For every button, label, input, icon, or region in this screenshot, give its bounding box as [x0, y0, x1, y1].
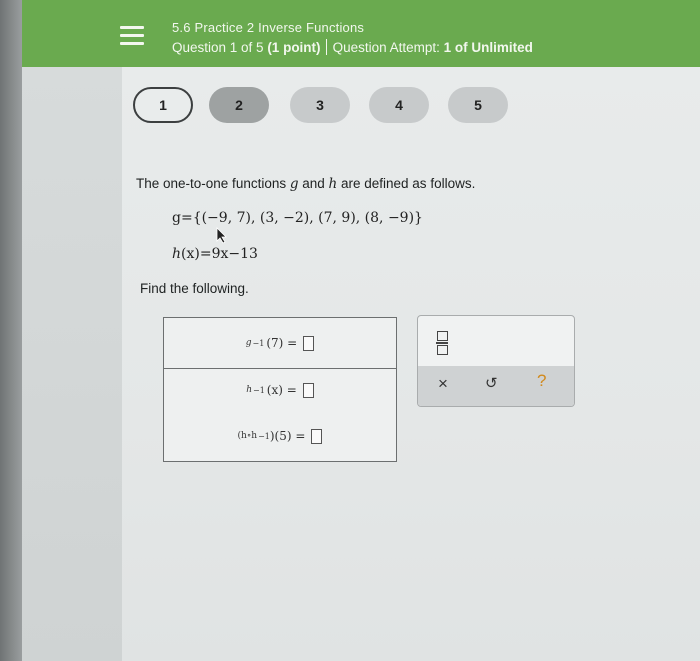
var-h: h [328, 176, 338, 192]
intro-text-a: The one-to-one functions [136, 176, 290, 191]
answer-row-h-inverse: h −1 (x) = [164, 368, 396, 412]
question-nav-5[interactable]: 5 [448, 87, 508, 123]
answer-row-g-inverse: g −1 (7) = [164, 318, 396, 369]
row1-argument: (7) = [266, 336, 298, 350]
question-nav-2[interactable]: 2 [209, 87, 269, 123]
find-instruction: Find the following. [140, 281, 249, 296]
row2-argument: (x) = [266, 383, 297, 397]
intro-and: and [298, 176, 329, 191]
fraction-icon[interactable] [436, 331, 448, 355]
h-definition: h(x)=9x−13 [172, 246, 258, 262]
question-nav-4[interactable]: 4 [369, 87, 429, 123]
question-nav-3[interactable]: 3 [290, 87, 350, 123]
question-points: (1 point) [267, 40, 321, 55]
clear-icon[interactable]: × [438, 374, 448, 394]
row3-argument: )(5) = [269, 429, 306, 443]
row3-expression: (h∘h [237, 431, 258, 441]
attempt-value: 1 of Unlimited [443, 40, 533, 55]
assignment-title: 5.6 Practice 2 Inverse Functions [172, 20, 365, 35]
row2-function: h [246, 385, 252, 395]
question-position: Question 1 of 5 [172, 40, 268, 55]
g-definition: g={(−9, 7), (3, −2), (7, 9), (8, −9)} [172, 210, 423, 226]
question-nav-1[interactable]: 1 [133, 87, 193, 123]
answer-table: g −1 (7) = h −1 (x) = (h∘h −1)(5) = [163, 317, 397, 462]
attempt-label: Question Attempt: [332, 40, 444, 55]
var-g: g [289, 176, 299, 192]
help-icon[interactable]: ? [537, 371, 546, 391]
intro-text-b: are defined as follows. [337, 176, 476, 191]
h-def-name: h [172, 246, 182, 262]
undo-icon[interactable]: ↺ [485, 374, 498, 392]
hamburger-menu-icon[interactable] [120, 26, 144, 48]
question-info: Question 1 of 5 (1 point) Question Attemp… [172, 39, 533, 55]
left-panel [22, 0, 122, 661]
answer-row-composition: (h∘h −1)(5) = [164, 412, 396, 460]
problem-intro: The one-to-one functions g and h are def… [136, 176, 475, 192]
row1-function: g [245, 338, 252, 348]
mouse-cursor-icon [216, 227, 227, 244]
screen-bezel [0, 0, 22, 661]
divider [325, 39, 327, 55]
answer-input-3[interactable] [311, 428, 323, 444]
answer-input-2[interactable] [302, 382, 314, 398]
answer-input-1[interactable] [303, 335, 315, 351]
h-def-rest: (x)=9x−13 [181, 246, 258, 262]
